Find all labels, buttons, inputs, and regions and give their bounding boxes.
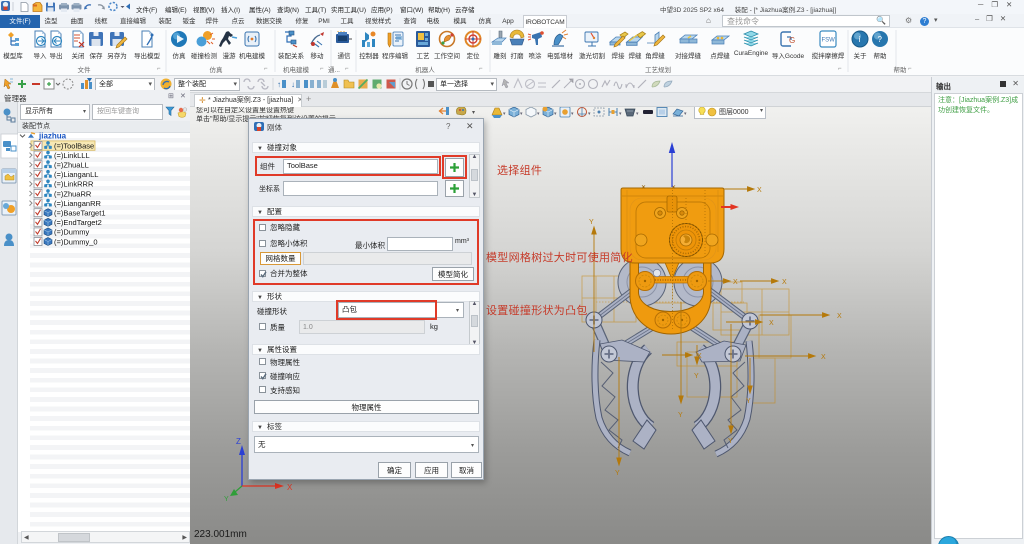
svg-text:▾: ▾ <box>554 111 557 117</box>
svg-text:X: X <box>821 354 826 361</box>
svg-text:Y: Y <box>678 412 683 419</box>
svg-text:G: G <box>789 36 795 45</box>
svg-text:X: X <box>287 483 293 492</box>
svg-text:(=)LinkLLL: (=)LinkLLL <box>54 151 90 160</box>
svg-text:jiazhua: jiazhua <box>38 132 67 141</box>
svg-text:▾: ▾ <box>503 111 506 117</box>
svg-text:(=)LianganRR: (=)LianganRR <box>54 199 101 208</box>
svg-text:Y: Y <box>589 219 594 226</box>
svg-text:▾: ▾ <box>619 111 622 117</box>
svg-text:Y: Y <box>746 398 751 405</box>
svg-text:X: X <box>733 279 738 286</box>
svg-text:Y: Y <box>728 438 733 445</box>
svg-text:↑: ↑ <box>277 80 281 89</box>
svg-text:▾: ▾ <box>571 111 574 117</box>
svg-text:(=)ZhuaLL: (=)ZhuaLL <box>54 161 89 170</box>
svg-text:(=)EndTarget2: (=)EndTarget2 <box>54 218 102 227</box>
svg-text:▾: ▾ <box>537 111 540 117</box>
svg-text:X: X <box>837 313 842 320</box>
svg-text:i: i <box>859 35 861 44</box>
svg-text:Z: Z <box>236 437 241 446</box>
svg-text:▾: ▾ <box>520 111 523 117</box>
svg-text:X: X <box>757 187 762 194</box>
svg-text:Y: Y <box>694 373 699 380</box>
svg-text:✕: ✕ <box>641 185 646 191</box>
svg-text:(=)LinkRRR: (=)LinkRRR <box>54 180 94 189</box>
svg-text:▾: ▾ <box>636 111 639 117</box>
svg-text:X: X <box>782 279 787 286</box>
svg-text:(=)Dummy: (=)Dummy <box>54 228 89 237</box>
svg-text:▾: ▾ <box>588 111 591 117</box>
svg-text:?: ? <box>878 35 883 44</box>
svg-text:(=)Dummy_0: (=)Dummy_0 <box>54 237 98 246</box>
svg-text:(=)ToolBase: (=)ToolBase <box>54 141 94 150</box>
svg-text:X: X <box>769 320 774 327</box>
svg-text:(=)ZhuaRR: (=)ZhuaRR <box>54 189 92 198</box>
svg-text:↓: ↓ <box>291 80 295 89</box>
svg-text:Y: Y <box>615 470 620 477</box>
svg-text:▾: ▾ <box>684 111 687 117</box>
svg-text:FSW: FSW <box>822 38 836 44</box>
svg-text:(=)LianganLL: (=)LianganLL <box>54 170 98 179</box>
svg-text:Y: Y <box>224 496 229 503</box>
svg-text:▾: ▾ <box>472 110 475 116</box>
svg-text:(=)BaseTarget1: (=)BaseTarget1 <box>54 209 106 218</box>
